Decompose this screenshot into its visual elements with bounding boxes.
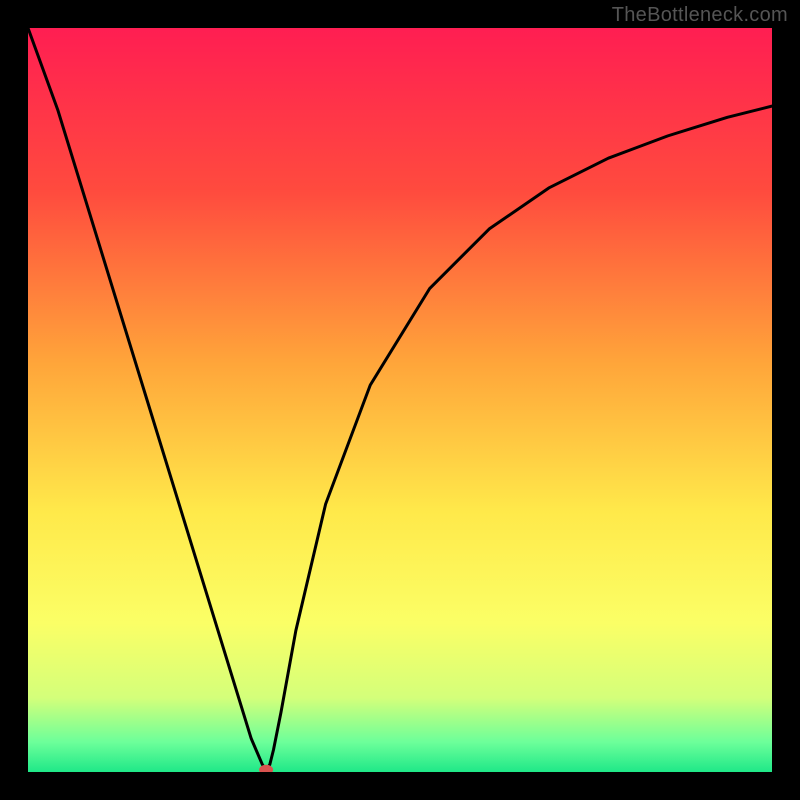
chart-svg [28,28,772,772]
plot-area [28,28,772,772]
watermark-text: TheBottleneck.com [612,4,788,27]
chart-container: TheBottleneck.com [0,0,800,800]
